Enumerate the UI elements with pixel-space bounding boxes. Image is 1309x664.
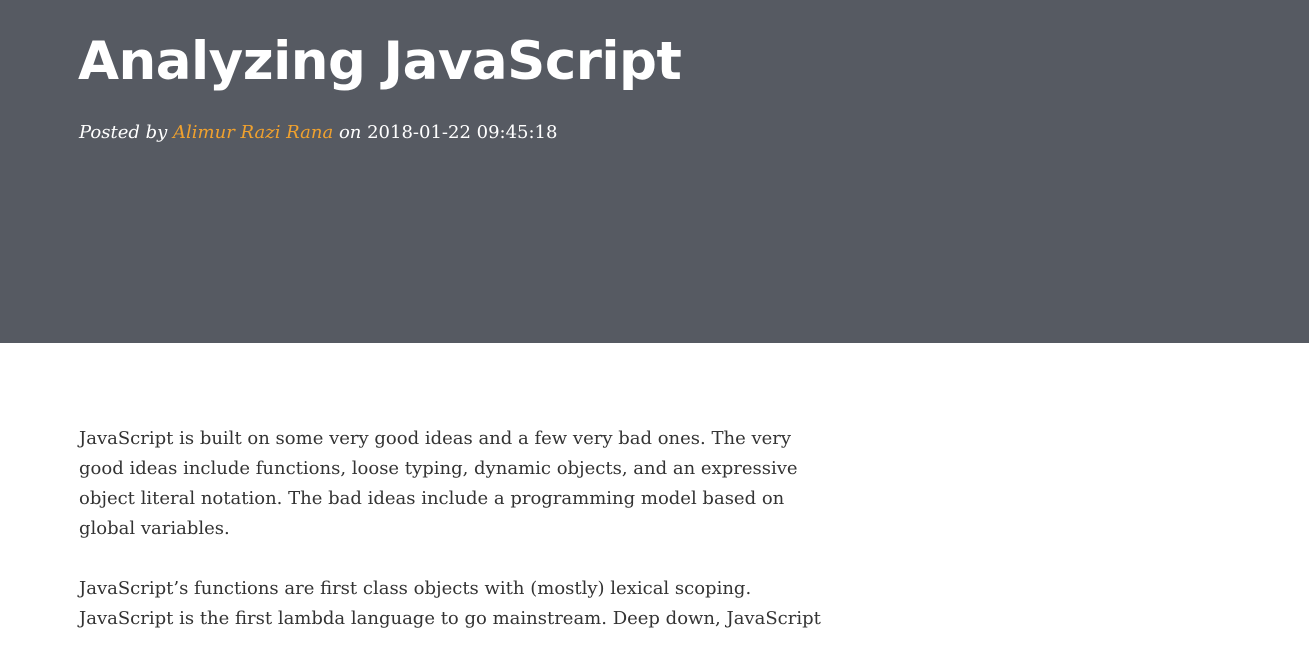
posted-by-label: Posted by	[79, 122, 168, 143]
article-body: JavaScript is built on some very good id…	[79, 424, 839, 664]
post-meta: Posted by Alimur Razi Rana on 2018-01-22…	[79, 119, 557, 147]
page-title: Analyzing JavaScript	[78, 31, 682, 92]
article-paragraph-2: JavaScript’s functions are first class o…	[79, 578, 821, 629]
post-header: Analyzing JavaScript Posted by Alimur Ra…	[0, 0, 1309, 343]
post-datetime: 2018-01-22 09:45:18	[367, 122, 558, 143]
on-label: on	[338, 122, 362, 143]
author-link[interactable]: Alimur Razi Rana	[173, 122, 333, 143]
article-paragraph-1: JavaScript is built on some very good id…	[79, 428, 798, 539]
